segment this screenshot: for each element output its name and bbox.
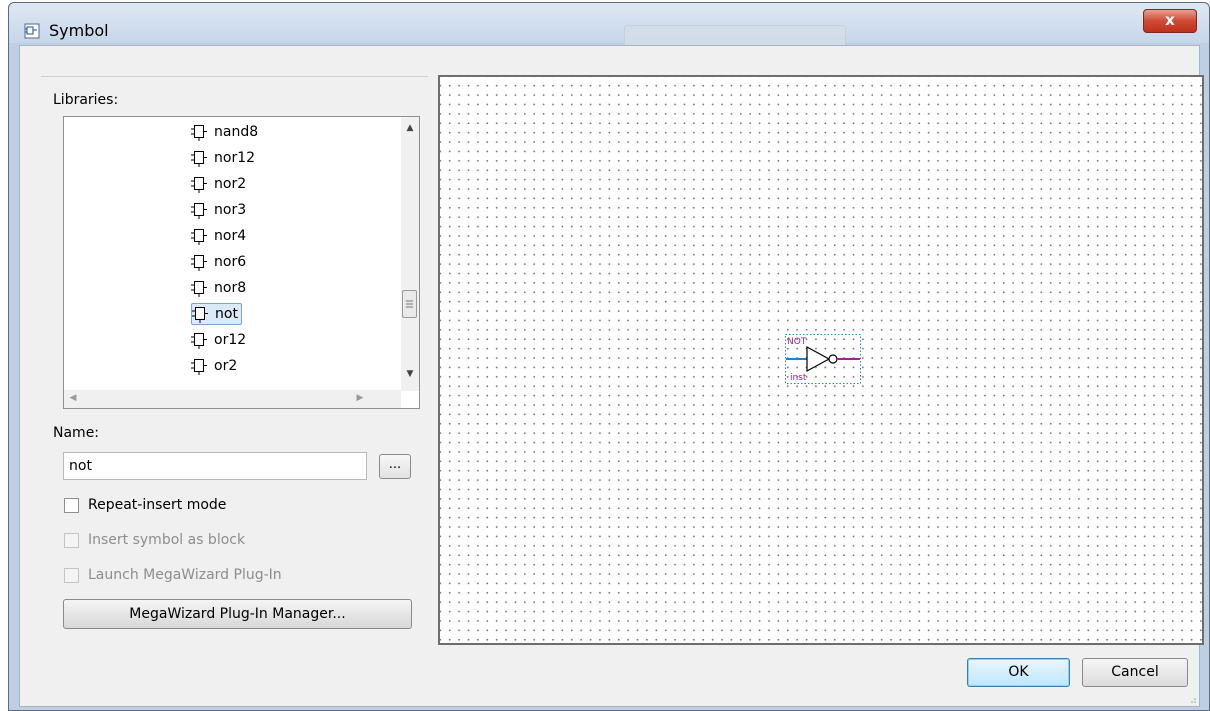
gate-icon <box>191 332 207 349</box>
symbol-window-icon <box>24 23 40 39</box>
insert-as-block-label: Insert symbol as block <box>88 532 246 548</box>
symbol-preview-canvas: NOT inst <box>438 75 1204 645</box>
library-item-label: nand8 <box>214 124 259 140</box>
not-gate-symbol: NOT inst <box>785 334 861 384</box>
close-button[interactable]: x <box>1143 9 1197 33</box>
background-window-ghost <box>624 25 846 47</box>
library-item[interactable]: nor3 <box>191 199 249 221</box>
libraries-vertical-scrollbar[interactable]: ▲ ▼ <box>401 117 419 391</box>
library-item[interactable]: nor4 <box>191 225 249 247</box>
close-icon: x <box>1165 11 1175 29</box>
scroll-left-icon[interactable]: ◀ <box>67 393 79 403</box>
scroll-up-icon[interactable]: ▲ <box>401 123 419 133</box>
library-item-label: or12 <box>214 332 247 348</box>
gate-icon <box>192 306 208 323</box>
library-item-label: nor8 <box>214 280 247 296</box>
gate-icon <box>191 254 207 271</box>
libraries-tree[interactable]: nand8 nor12 nor2 nor3 nor4 nor6 nor8 not or12 or2… <box>63 116 420 409</box>
library-item[interactable]: nor6 <box>191 251 249 273</box>
library-item[interactable]: or12 <box>191 329 249 351</box>
repeat-insert-label[interactable]: Repeat-insert mode <box>88 497 226 513</box>
browse-button[interactable]: ... <box>379 454 411 479</box>
library-item-label: or2 <box>214 358 238 374</box>
launch-megawizard-label: Launch MegaWizard Plug-In <box>88 567 282 583</box>
libraries-horizontal-scrollbar[interactable]: ◀ ▶ <box>64 390 401 408</box>
name-label: Name: <box>53 425 100 441</box>
resize-grip-icon[interactable] <box>1187 694 1197 704</box>
gate-icon <box>191 124 207 141</box>
window-title: Symbol <box>49 21 109 40</box>
gate-icon <box>191 280 207 297</box>
library-item[interactable]: not <box>191 303 242 325</box>
library-item-label: nor3 <box>214 202 247 218</box>
insert-as-block-checkbox[interactable] <box>64 533 79 548</box>
gate-icon <box>191 358 207 375</box>
instance-name-text: inst <box>790 373 807 383</box>
separator <box>41 76 428 77</box>
gate-icon <box>191 176 207 193</box>
launch-megawizard-checkbox[interactable] <box>64 568 79 583</box>
library-item-label: nor2 <box>214 176 247 192</box>
library-item[interactable]: nor12 <box>191 147 258 169</box>
library-item[interactable]: nor2 <box>191 173 249 195</box>
background-edge <box>0 0 8 711</box>
ok-button[interactable]: OK <box>967 658 1070 687</box>
library-item-label: nor6 <box>214 254 247 270</box>
scrollbar-thumb[interactable] <box>402 290 417 318</box>
library-item[interactable]: nor8 <box>191 277 249 299</box>
library-item-label: nor12 <box>214 150 256 166</box>
name-input[interactable]: not <box>63 452 367 480</box>
dialog-body: Libraries: nand8 nor12 nor2 nor3 nor4 nor6 nor… <box>19 45 1204 707</box>
repeat-insert-checkbox[interactable] <box>64 498 79 513</box>
symbol-name-text: NOT <box>787 337 807 347</box>
title-bar[interactable]: Symbol x <box>9 3 1209 47</box>
symbol-dialog: Symbol x Libraries: nand8 nor12 nor2 nor3 no… <box>8 2 1210 711</box>
gate-icon <box>191 150 207 167</box>
library-item-label: nor4 <box>214 228 247 244</box>
scroll-right-icon[interactable]: ▶ <box>354 393 366 403</box>
libraries-label: Libraries: <box>53 92 119 108</box>
cancel-button[interactable]: Cancel <box>1082 658 1188 687</box>
gate-icon <box>191 202 207 219</box>
library-item[interactable]: or2 <box>191 355 240 377</box>
megawizard-manager-button[interactable]: MegaWizard Plug-In Manager... <box>63 599 412 629</box>
library-item[interactable]: nand8 <box>191 121 261 143</box>
scroll-down-icon[interactable]: ▼ <box>401 369 419 379</box>
gate-icon <box>191 228 207 245</box>
library-item-label: not <box>215 306 238 322</box>
